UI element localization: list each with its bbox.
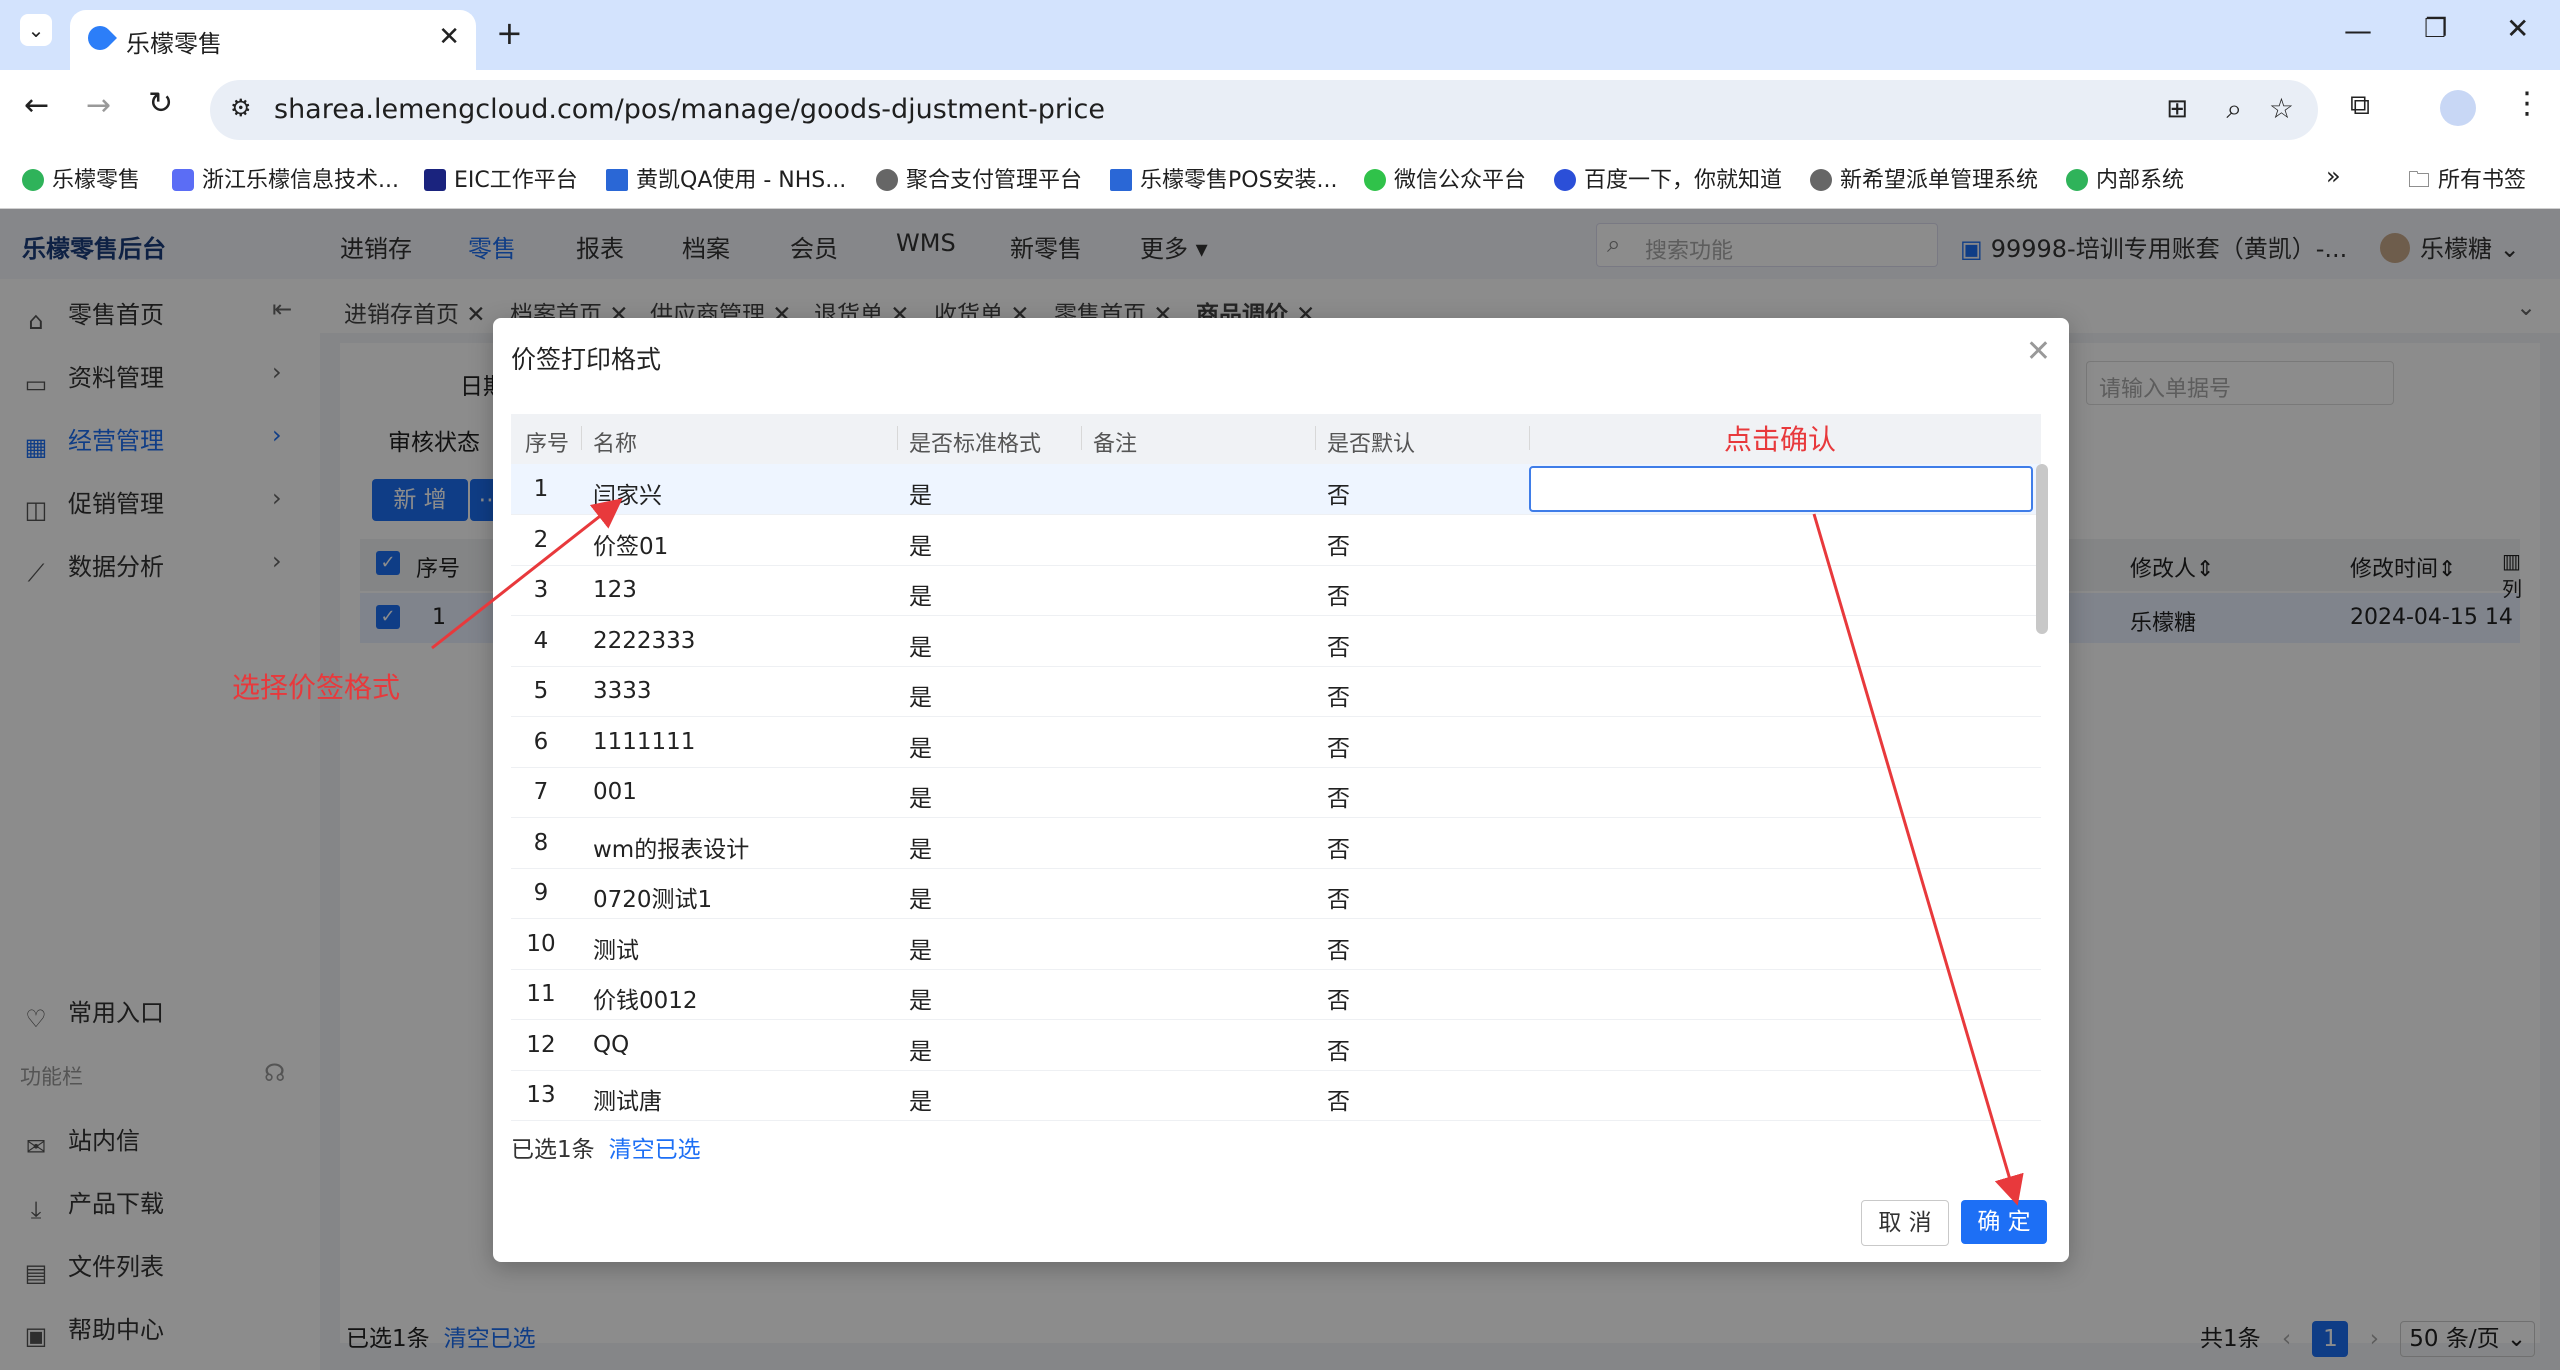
annotation-arrows: [431, 498, 2024, 1206]
arrow-to-confirm: [1812, 513, 2024, 1206]
arrow-to-first-row: [431, 498, 623, 650]
